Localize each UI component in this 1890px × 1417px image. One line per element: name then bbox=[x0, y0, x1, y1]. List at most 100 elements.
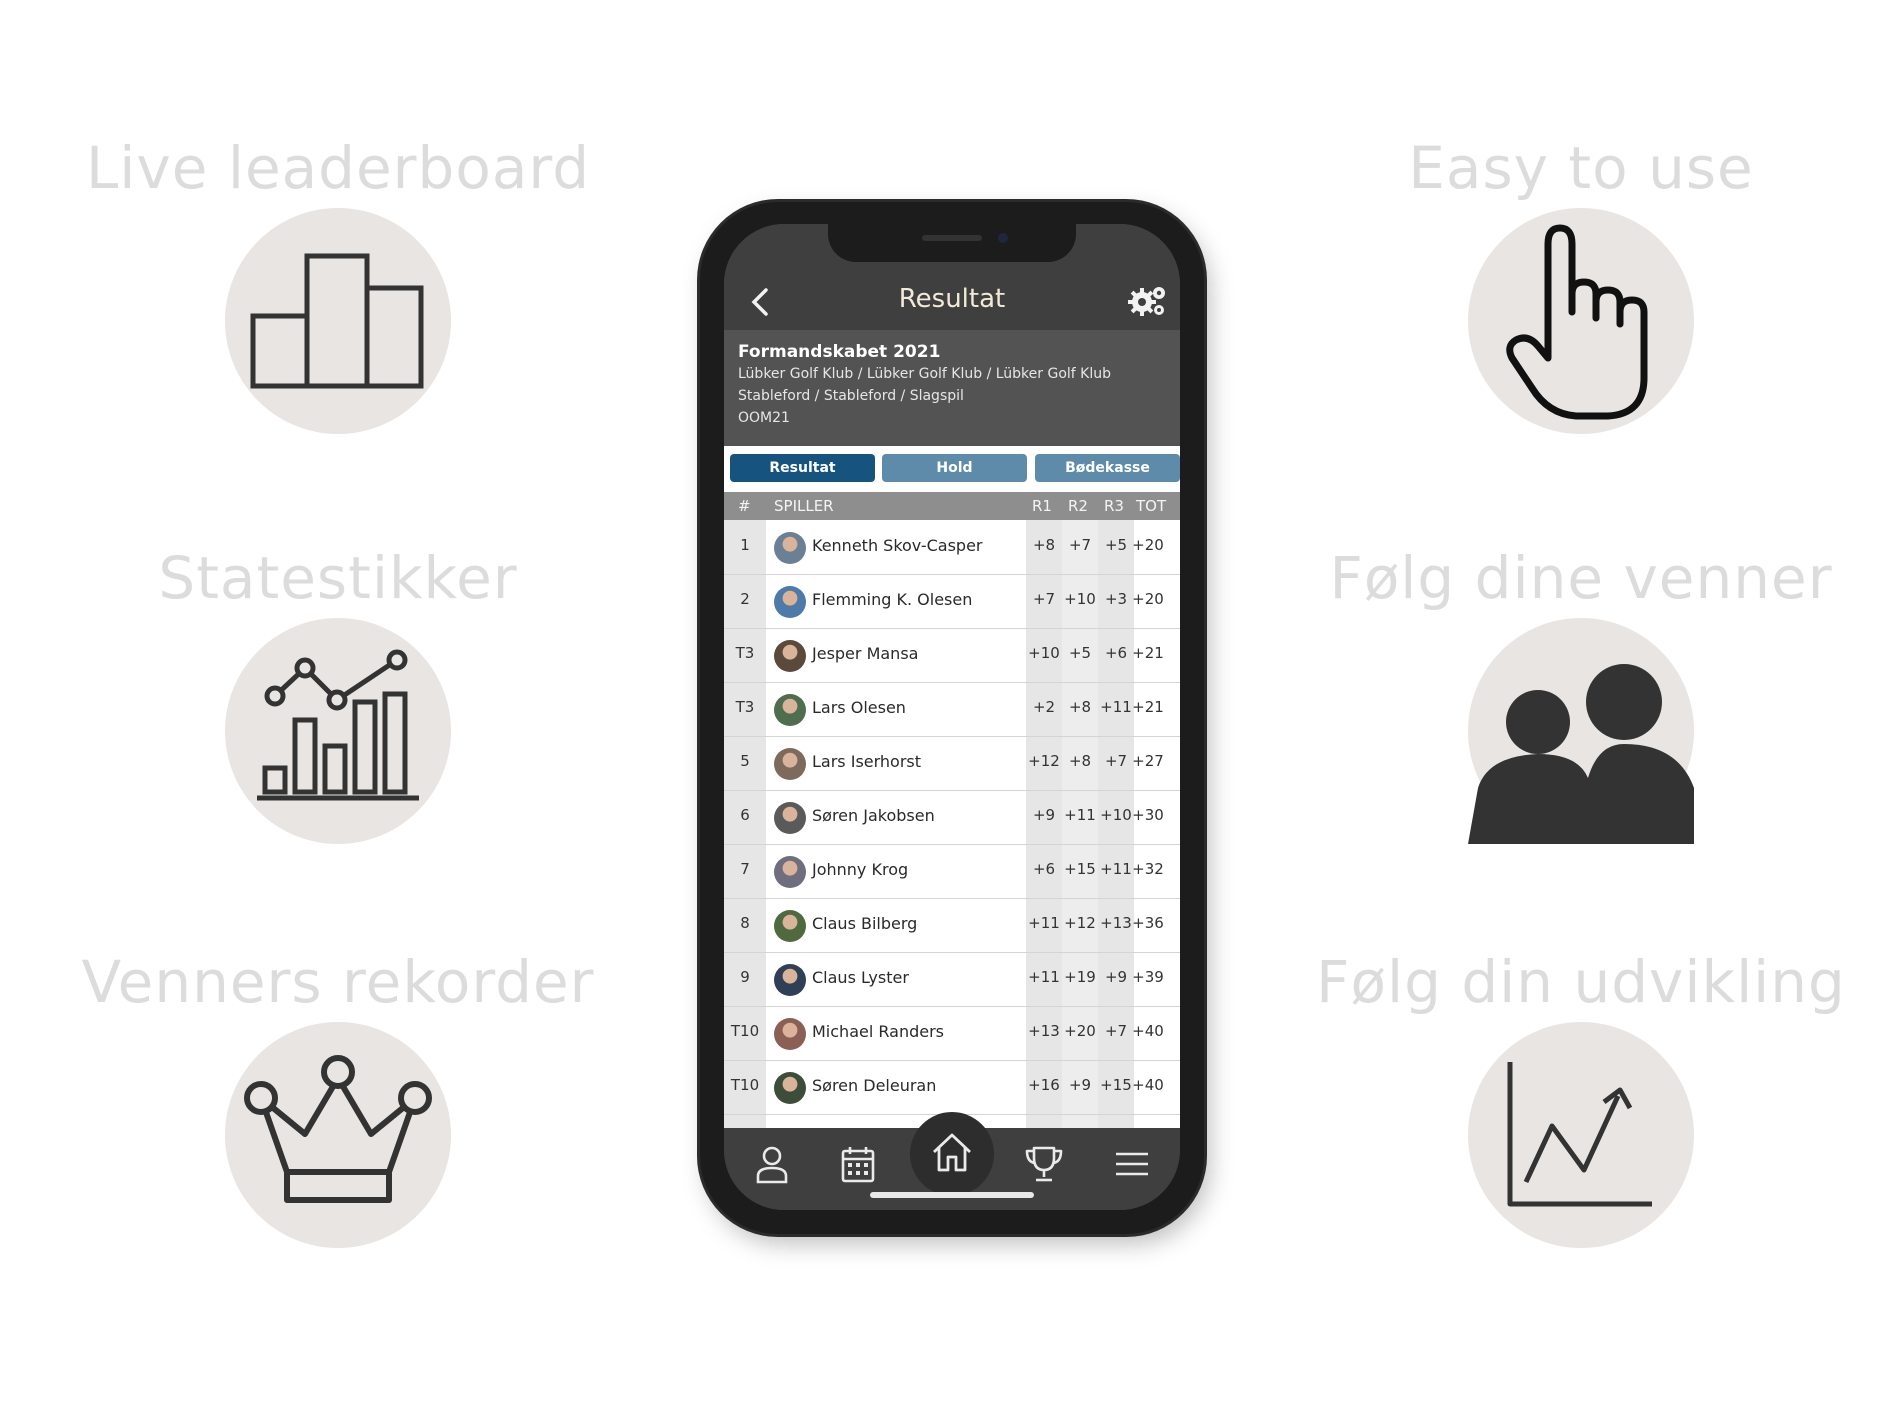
score-total: +40 bbox=[1132, 1076, 1164, 1094]
event-formats: Stableford / Stableford / Slagspil bbox=[738, 388, 964, 404]
score-r1: +7 bbox=[1032, 590, 1056, 608]
score-total: +32 bbox=[1132, 860, 1164, 878]
score-r1: +9 bbox=[1032, 806, 1056, 824]
player-name: Claus Bilberg bbox=[812, 914, 918, 933]
person-icon[interactable] bbox=[750, 1142, 794, 1186]
header-r1: R1 bbox=[1032, 497, 1052, 515]
score-total: +20 bbox=[1132, 536, 1164, 554]
feature-easy-to-use: Easy to use bbox=[1281, 128, 1881, 434]
feature-circle bbox=[225, 1022, 451, 1248]
score-total: +21 bbox=[1132, 698, 1164, 716]
page-title: Resultat bbox=[898, 284, 1006, 314]
avatar bbox=[774, 532, 806, 564]
player-name: Flemming K. Olesen bbox=[812, 590, 973, 609]
phone-screen: Resultat Formandskabet 2021 Lübker Golf … bbox=[724, 224, 1180, 1210]
feature-circle bbox=[1468, 618, 1694, 844]
score-r2: +12 bbox=[1064, 914, 1096, 932]
score-r1: +13 bbox=[1028, 1022, 1060, 1040]
table-row[interactable]: 1 Kenneth Skov-Casper +8 +7 +5 +20 bbox=[724, 520, 1180, 575]
gears-icon[interactable] bbox=[1128, 284, 1168, 318]
score-r2: +7 bbox=[1068, 536, 1092, 554]
avatar bbox=[774, 910, 806, 942]
event-code: OOM21 bbox=[738, 410, 790, 426]
event-info: Formandskabet 2021 Lübker Golf Klub / Lü… bbox=[724, 330, 1180, 446]
avatar bbox=[774, 586, 806, 618]
feature-title: Følg din udvikling bbox=[1316, 948, 1846, 1016]
calendar-icon[interactable] bbox=[836, 1142, 880, 1186]
tab-hold[interactable]: Hold bbox=[882, 454, 1027, 482]
score-r2: +20 bbox=[1064, 1022, 1096, 1040]
row-position: 9 bbox=[740, 968, 750, 986]
avatar bbox=[774, 802, 806, 834]
table-row[interactable]: T10 Michael Randers +13 +20 +7 +40 bbox=[724, 1006, 1180, 1061]
table-row[interactable]: T3 Jesper Mansa +10 +5 +6 +21 bbox=[724, 628, 1180, 683]
score-r2: +10 bbox=[1064, 590, 1096, 608]
avatar bbox=[774, 964, 806, 996]
header-r3: R3 bbox=[1104, 497, 1124, 515]
avatar bbox=[774, 694, 806, 726]
score-total: +30 bbox=[1132, 806, 1164, 824]
avatar bbox=[774, 1018, 806, 1050]
row-position: 1 bbox=[740, 536, 750, 554]
tab-bodekasse[interactable]: Bødekasse bbox=[1035, 454, 1180, 482]
player-name: Johnny Krog bbox=[812, 860, 909, 879]
score-r2: +9 bbox=[1068, 1076, 1092, 1094]
table-row[interactable]: 8 Claus Bilberg +11 +12 +13 +36 bbox=[724, 898, 1180, 953]
table-row[interactable]: 6 Søren Jakobsen +9 +11 +10 +30 bbox=[724, 790, 1180, 845]
table-row[interactable]: 5 Lars Iserhorst +12 +8 +7 +27 bbox=[724, 736, 1180, 791]
feature-circle bbox=[1468, 208, 1694, 434]
home-button[interactable] bbox=[910, 1112, 994, 1196]
score-r1: +8 bbox=[1032, 536, 1056, 554]
pointing-hand-icon bbox=[1506, 224, 1648, 420]
row-position: T3 bbox=[735, 644, 755, 662]
score-r2: +5 bbox=[1068, 644, 1092, 662]
player-name: Michael Randers bbox=[812, 1022, 944, 1041]
hamburger-menu-icon[interactable] bbox=[1110, 1142, 1154, 1186]
player-name: Claus Lyster bbox=[812, 968, 909, 987]
feature-title: Statestikker bbox=[158, 544, 518, 612]
score-total: +21 bbox=[1132, 644, 1164, 662]
home-icon bbox=[933, 1133, 971, 1172]
feature-circle bbox=[225, 208, 451, 434]
table-row[interactable]: T3 Lars Olesen +2 +8 +11 +21 bbox=[724, 682, 1180, 737]
score-total: +20 bbox=[1132, 590, 1164, 608]
table-row[interactable]: 7 Johnny Krog +6 +15 +11 +32 bbox=[724, 844, 1180, 899]
score-total: +27 bbox=[1132, 752, 1164, 770]
row-position: 5 bbox=[740, 752, 750, 770]
score-r1: +10 bbox=[1028, 644, 1060, 662]
tab-resultat[interactable]: Resultat bbox=[730, 454, 875, 482]
player-name: Søren Jakobsen bbox=[812, 806, 935, 825]
people-icon bbox=[1468, 664, 1694, 844]
score-r1: +6 bbox=[1032, 860, 1056, 878]
table-row[interactable]: 9 Claus Lyster +11 +19 +9 +39 bbox=[724, 952, 1180, 1007]
row-position: 7 bbox=[740, 860, 750, 878]
score-r1: +12 bbox=[1028, 752, 1060, 770]
row-position: T10 bbox=[730, 1022, 760, 1040]
score-r1: +16 bbox=[1028, 1076, 1060, 1094]
table-row[interactable]: T10 Søren Deleuran +16 +9 +15 +40 bbox=[724, 1060, 1180, 1115]
score-total: +36 bbox=[1132, 914, 1164, 932]
player-name: Lars Olesen bbox=[812, 698, 906, 717]
score-r1: +2 bbox=[1032, 698, 1056, 716]
home-indicator bbox=[870, 1192, 1034, 1198]
leaderboard-table: 1 Kenneth Skov-Casper +8 +7 +5 +20 2 Flemming K… bbox=[724, 520, 1180, 1134]
feature-follow-friends: Følg dine venner bbox=[1281, 538, 1881, 844]
header-player: SPILLER bbox=[774, 497, 834, 515]
crown-icon bbox=[244, 1055, 432, 1203]
player-name: Kenneth Skov-Casper bbox=[812, 536, 983, 555]
score-r1: +11 bbox=[1028, 914, 1060, 932]
player-name: Jesper Mansa bbox=[812, 644, 919, 663]
speaker bbox=[922, 235, 982, 241]
trophy-icon[interactable] bbox=[1022, 1142, 1066, 1186]
table-header: # SPILLER R1 R2 R3 TOT bbox=[724, 492, 1180, 520]
feature-friends-records: Venners rekorder bbox=[38, 942, 638, 1248]
score-r2: +8 bbox=[1068, 752, 1092, 770]
score-total: +39 bbox=[1132, 968, 1164, 986]
camera bbox=[998, 233, 1008, 243]
table-row[interactable]: 2 Flemming K. Olesen +7 +10 +3 +20 bbox=[724, 574, 1180, 629]
score-total: +40 bbox=[1132, 1022, 1164, 1040]
phone-notch bbox=[828, 224, 1076, 262]
score-r2: +8 bbox=[1068, 698, 1092, 716]
feature-title: Venners rekorder bbox=[81, 948, 595, 1016]
feature-title: Live leaderboard bbox=[85, 134, 591, 202]
